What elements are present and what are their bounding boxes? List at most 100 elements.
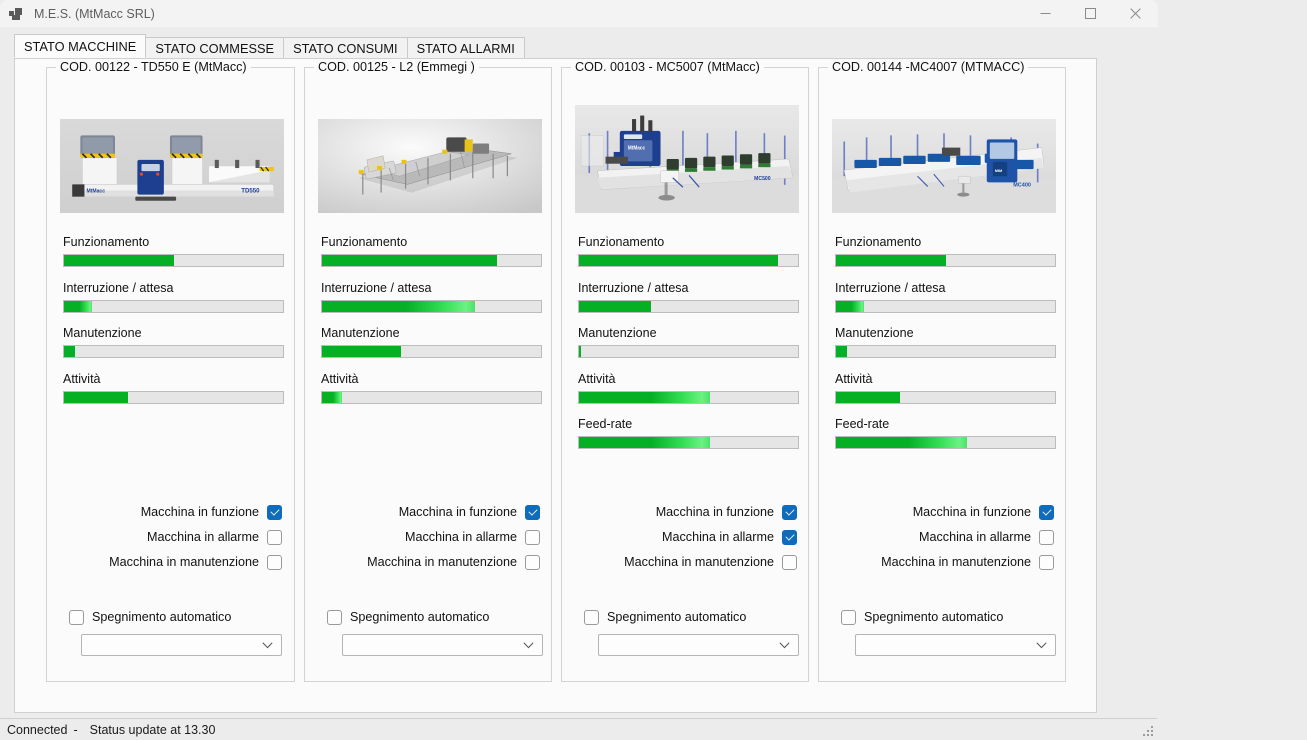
shutdown-time-combobox[interactable] [855, 634, 1056, 656]
title-bar[interactable]: M.E.S. (MtMacc SRL) [0, 0, 1158, 27]
tab-stato-commesse[interactable]: STATO COMMESSE [145, 37, 285, 58]
progress-label-interruzione: Interruzione / attesa [578, 280, 689, 295]
checkbox-row-macchina-in-allarme[interactable]: Macchina in allarme [304, 528, 540, 546]
progress-label-manutenzione: Manutenzione [63, 326, 142, 340]
checkbox-row-macchina-in-manutenzione[interactable]: Macchina in manutenzione [818, 553, 1054, 571]
progress-label-manutenzione: Manutenzione [321, 326, 400, 340]
checkbox-row-spegnimento-automatico[interactable]: Spegnimento automatico [841, 608, 1003, 626]
checkbox-row-spegnimento-automatico[interactable]: Spegnimento automatico [584, 608, 746, 626]
checkbox-spegnimento-automatico[interactable] [584, 609, 599, 625]
checkbox-row-macchina-in-manutenzione[interactable]: Macchina in manutenzione [304, 553, 540, 571]
checkbox-label-macchina-in-allarme: Macchina in allarme [662, 530, 774, 544]
minimize-button[interactable] [1023, 0, 1068, 27]
resize-grip[interactable] [1143, 726, 1155, 738]
progress-bar-funzionamento [578, 254, 799, 267]
checkbox-label-macchina-in-funzione: Macchina in funzione [140, 505, 259, 519]
checkbox-row-macchina-in-manutenzione[interactable]: Macchina in manutenzione [46, 553, 282, 571]
progress-bar-attivita [63, 390, 284, 404]
tab-stato-allarmi[interactable]: STATO ALLARMI [406, 37, 525, 58]
progress-bar-attivita [835, 390, 1056, 404]
checkbox-macchina-in-allarme[interactable] [525, 529, 540, 545]
checkbox-label-spegnimento-automatico: Spegnimento automatico [92, 610, 232, 624]
checkbox-row-macchina-in-funzione[interactable]: Macchina in funzione [818, 503, 1054, 521]
progress-bar-fill [836, 391, 900, 403]
progress-bar-fill [64, 300, 93, 312]
checkbox-macchina-in-funzione[interactable] [267, 504, 282, 520]
progress-bar-fill [579, 391, 711, 403]
checkbox-row-spegnimento-automatico[interactable]: Spegnimento automatico [327, 608, 489, 626]
progress-bar-interruzione [321, 299, 542, 313]
status-connection: Connected [7, 722, 68, 737]
progress-label-manutenzione: Manutenzione [835, 326, 914, 340]
checkbox-row-macchina-in-funzione[interactable]: Macchina in funzione [561, 503, 797, 521]
checkbox-row-macchina-in-allarme[interactable]: Macchina in allarme [818, 528, 1054, 546]
progress-bar-fill [322, 346, 401, 357]
checkbox-row-macchina-in-funzione[interactable]: Macchina in funzione [304, 503, 540, 521]
checkbox-macchina-in-manutenzione[interactable] [267, 554, 282, 570]
progress-label-interruzione: Interruzione / attesa [63, 280, 174, 295]
tab-stato-macchine[interactable]: STATO MACCHINE [14, 34, 147, 58]
progress-bar-feedrate [578, 436, 799, 449]
progress-label-funzionamento: Funzionamento [835, 235, 922, 249]
application-window: M.E.S. (MtMacc SRL) STATO MACCHINE STATO … [0, 0, 1158, 740]
checkbox-row-macchina-in-allarme[interactable]: Macchina in allarme [46, 528, 282, 546]
progress-bar-fill [322, 300, 476, 312]
checkbox-label-macchina-in-manutenzione: Macchina in manutenzione [109, 555, 259, 569]
checkbox-macchina-in-allarme[interactable] [782, 529, 797, 545]
chevron-down-icon [262, 638, 273, 652]
checkbox-macchina-in-manutenzione[interactable] [525, 554, 540, 570]
checkbox-label-macchina-in-allarme: Macchina in allarme [919, 530, 1031, 544]
checkbox-row-macchina-in-manutenzione[interactable]: Macchina in manutenzione [561, 553, 797, 571]
status-separator: - [73, 722, 78, 737]
shutdown-time-combobox[interactable] [342, 634, 543, 656]
shutdown-time-combobox[interactable] [598, 634, 799, 656]
machine-panel-title: COD. 00125 - L2 (Emmegi ) [314, 60, 479, 74]
checkbox-macchina-in-funzione[interactable] [782, 504, 797, 520]
checkbox-macchina-in-manutenzione[interactable] [782, 554, 797, 570]
progress-bar-fill [836, 346, 847, 357]
close-button[interactable] [1113, 0, 1158, 27]
progress-bar-fill [64, 391, 128, 403]
svg-text:MC400: MC400 [1013, 182, 1031, 188]
progress-bar-feedrate [835, 436, 1056, 449]
checkbox-spegnimento-automatico[interactable] [327, 609, 342, 625]
tab-stato-consumi[interactable]: STATO CONSUMI [283, 37, 408, 58]
checkbox-macchina-in-funzione[interactable] [525, 504, 540, 520]
progress-bar-fill [836, 437, 968, 448]
checkbox-spegnimento-automatico[interactable] [841, 609, 856, 625]
machine-photo-mc4007: MC400 MtM [832, 119, 1056, 213]
progress-label-interruzione: Interruzione / attesa [835, 280, 946, 295]
progress-label-attivita: Attività [63, 371, 101, 386]
progress-label-feedrate: Feed-rate [835, 417, 890, 431]
chevron-down-icon [523, 638, 534, 652]
shutdown-time-combobox[interactable] [81, 634, 282, 656]
progress-label-interruzione: Interruzione / attesa [321, 280, 432, 295]
checkbox-row-macchina-in-funzione[interactable]: Macchina in funzione [46, 503, 282, 521]
checkbox-label-macchina-in-manutenzione: Macchina in manutenzione [367, 555, 517, 569]
checkbox-row-spegnimento-automatico[interactable]: Spegnimento automatico [69, 608, 231, 626]
checkbox-macchina-in-allarme[interactable] [1039, 529, 1054, 545]
status-update-text: Status update at 13.30 [89, 722, 216, 737]
checkbox-spegnimento-automatico[interactable] [69, 609, 84, 625]
app-tiles-icon [9, 6, 25, 22]
checkbox-label-macchina-in-funzione: Macchina in funzione [655, 505, 774, 519]
progress-bar-fill [322, 391, 342, 403]
progress-bar-interruzione [835, 299, 1056, 313]
maximize-button[interactable] [1068, 0, 1113, 27]
progress-bar-manutenzione [578, 345, 799, 358]
checkbox-macchina-in-funzione[interactable] [1039, 504, 1054, 520]
window-controls [1023, 0, 1158, 27]
progress-bar-interruzione [578, 299, 799, 313]
progress-label-funzionamento: Funzionamento [578, 235, 665, 249]
progress-bar-fill [322, 255, 498, 266]
checkbox-macchina-in-allarme[interactable] [267, 529, 282, 545]
checkbox-macchina-in-manutenzione[interactable] [1039, 554, 1054, 570]
svg-text:MtMacc: MtMacc [86, 189, 105, 195]
progress-bar-fill [836, 300, 865, 312]
svg-text:TD550: TD550 [241, 188, 260, 195]
checkbox-row-macchina-in-allarme[interactable]: Macchina in allarme [561, 528, 797, 546]
progress-label-attivita: Attività [578, 371, 616, 386]
progress-label-attivita: Attività [321, 371, 359, 386]
progress-bar-manutenzione [63, 345, 284, 358]
progress-label-manutenzione: Manutenzione [578, 326, 657, 340]
